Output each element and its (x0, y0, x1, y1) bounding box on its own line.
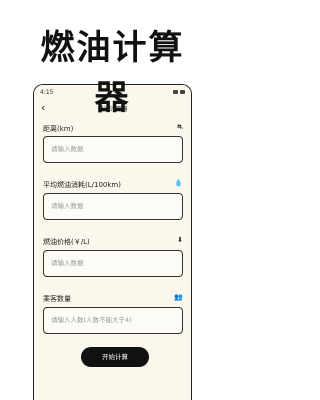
fuel-consumption-input[interactable]: 请输入数据 (43, 193, 183, 220)
passengers-input[interactable]: 请输入人数(人数不能大于4) (43, 307, 183, 334)
passengers-label: 乘客数量 (43, 295, 71, 303)
phone-frame: 4:15 ‹ 燃油计算器 距离(km) ⛐ 请输入数据 平均燃油消耗(L/100… (33, 84, 192, 400)
fuel-price-label: 燃油价格(￥/L) (43, 238, 90, 246)
distance-label: 距离(km) (43, 125, 74, 133)
promo-title-line1: 燃油计算 (40, 28, 185, 68)
route-icon: ⛐ (176, 123, 183, 131)
start-calculation-button[interactable]: 开始计算 (81, 347, 149, 367)
distance-input[interactable]: 请输入数据 (43, 136, 183, 163)
price-tag-icon: ⬇ (177, 236, 183, 244)
app-screen: 4:15 ‹ 燃油计算器 距离(km) ⛐ 请输入数据 平均燃油消耗(L/100… (34, 85, 191, 400)
fuel-consumption-label: 平均燃油消耗(L/100km) (43, 181, 121, 189)
promo-title-line2: 器 (94, 78, 131, 118)
fuel-price-input[interactable]: 请输入数据 (43, 250, 183, 277)
people-icon: 👥 (174, 293, 183, 301)
fuel-drop-icon: 💧 (174, 179, 183, 187)
